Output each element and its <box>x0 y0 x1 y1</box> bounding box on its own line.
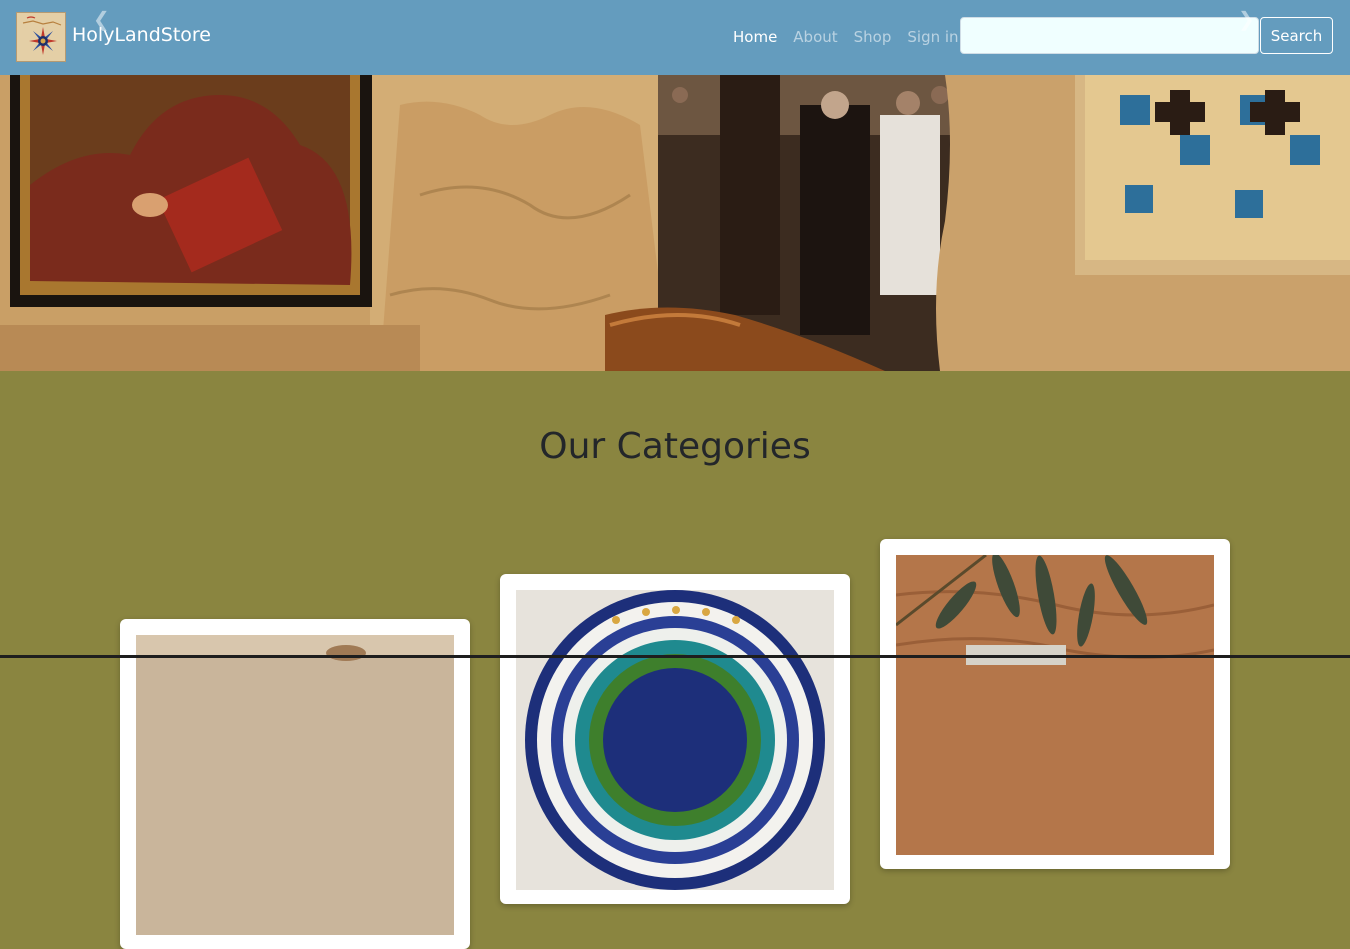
category-image[interactable] <box>516 590 834 890</box>
category-image[interactable] <box>896 555 1214 855</box>
brand-logo[interactable] <box>16 12 66 62</box>
nav-link-about[interactable]: About <box>793 26 837 48</box>
chevron-right-icon[interactable]: ❯ <box>1238 8 1255 30</box>
nav-link-shop[interactable]: Shop <box>854 26 892 48</box>
nav-link-home[interactable]: Home <box>733 26 777 48</box>
chevron-left-icon[interactable]: ❮ <box>93 8 110 30</box>
nav-link-sign-in[interactable]: Sign in <box>907 26 958 48</box>
navbar: HolyLandStore Home About Shop Sign in Se… <box>0 0 1350 75</box>
olive-leaves-on-wood-photo <box>896 555 1214 855</box>
category-image[interactable] <box>136 635 454 935</box>
nav-links: Home About Shop Sign in <box>733 26 975 48</box>
olive-wood-craft-photo <box>136 635 454 935</box>
search-input[interactable] <box>960 17 1259 54</box>
logo-emblem-icon <box>17 13 65 61</box>
category-card[interactable] <box>120 619 470 949</box>
church-interior-photo <box>0 75 1350 371</box>
armenian-ceramic-plate-photo <box>516 590 834 890</box>
hero-carousel-image <box>0 75 1350 371</box>
category-card[interactable] <box>500 574 850 904</box>
categories-title: Our Categories <box>539 426 811 467</box>
search-button[interactable]: Search <box>1260 17 1333 54</box>
category-card[interactable] <box>880 539 1230 869</box>
